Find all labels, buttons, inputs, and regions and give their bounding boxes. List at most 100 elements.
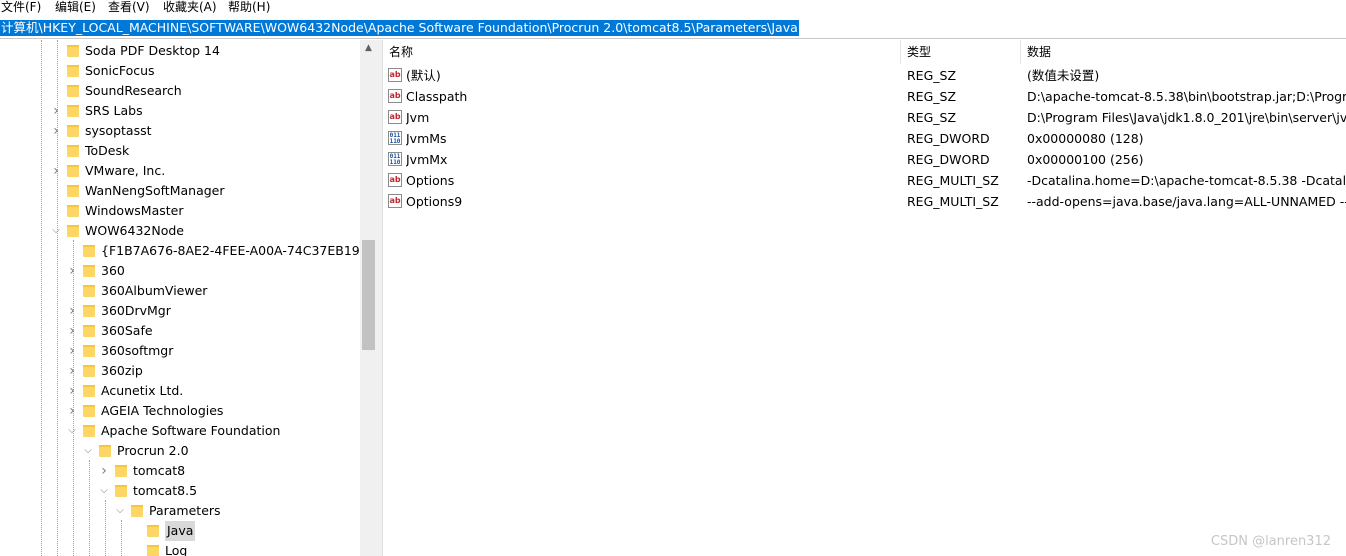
chevron-down-icon[interactable]: ⌵ <box>49 221 63 241</box>
folder-icon <box>67 85 79 97</box>
chevron-down-icon[interactable]: ⌵ <box>65 421 79 441</box>
folder-icon <box>67 185 79 197</box>
tree-item[interactable]: › tomcat8 <box>0 461 360 481</box>
chevron-right-icon[interactable]: › <box>49 121 63 141</box>
tree-item[interactable]: WindowsMaster <box>0 201 360 221</box>
value-row[interactable]: ab Options9 REG_MULTI_SZ --add-opens=java.b… <box>383 191 1346 212</box>
value-data: 0x00000100 (256) <box>1027 152 1144 167</box>
tree-item-label: 360softmgr <box>101 343 174 358</box>
column-header-type[interactable]: 类型 <box>901 40 1020 64</box>
tree-item[interactable]: › 360softmgr <box>0 341 360 361</box>
value-row[interactable]: 011 110 JvmMx REG_DWORD 0x00000100 (256) <box>383 149 1346 170</box>
folder-icon <box>99 445 111 457</box>
chevron-right-icon[interactable]: › <box>65 381 79 401</box>
tree-item[interactable]: › sysoptasst <box>0 121 360 141</box>
value-row[interactable]: 011 110 JvmMs REG_DWORD 0x00000080 (128) <box>383 128 1346 149</box>
tree-item-label: SoundResearch <box>85 83 182 98</box>
tree-item[interactable]: › 360zip <box>0 361 360 381</box>
tree-item[interactable]: › AGEIA Technologies <box>0 401 360 421</box>
value-row[interactable]: ab (默认) REG_SZ (数值未设置) <box>383 65 1346 86</box>
chevron-right-icon[interactable]: › <box>65 401 79 421</box>
folder-icon <box>115 485 127 497</box>
chevron-right-icon[interactable]: › <box>65 361 79 381</box>
value-data: (数值未设置) <box>1027 68 1100 83</box>
value-type: REG_SZ <box>907 110 957 125</box>
tree-item[interactable]: ⌵ WOW6432Node <box>0 221 360 241</box>
chevron-right-icon[interactable]: › <box>49 101 63 121</box>
value-name: Classpath <box>406 89 468 104</box>
folder-icon <box>67 165 79 177</box>
folder-icon <box>67 205 79 217</box>
tree-item[interactable]: WanNengSoftManager <box>0 181 360 201</box>
string-value-icon: ab <box>388 194 402 208</box>
folder-icon <box>147 525 159 537</box>
tree-item-label: 360 <box>101 263 125 278</box>
column-header-name[interactable]: 名称 <box>383 40 900 64</box>
menu-edit[interactable]: 编辑(E) <box>55 0 96 17</box>
tree-item[interactable]: Java <box>0 521 360 541</box>
tree-item[interactable]: › SRS Labs <box>0 101 360 121</box>
value-name: JvmMx <box>406 152 448 167</box>
value-type: REG_SZ <box>907 68 957 83</box>
tree-item-label: SRS Labs <box>85 103 143 118</box>
chevron-right-icon[interactable]: › <box>97 461 111 481</box>
chevron-down-icon[interactable]: ⌵ <box>81 441 95 461</box>
tree-item[interactable]: › Acunetix Ltd. <box>0 381 360 401</box>
value-data: D:\Program Files\Java\jdk1.8.0_201\jre\b… <box>1027 110 1346 125</box>
tree-item[interactable]: SoundResearch <box>0 81 360 101</box>
address-bar[interactable]: 计算机\HKEY_LOCAL_MACHINE\SOFTWARE\WOW6432N… <box>0 17 1346 39</box>
chevron-down-icon[interactable]: ⌵ <box>113 501 127 521</box>
folder-icon <box>115 465 127 477</box>
tree-item-label: Soda PDF Desktop 14 <box>85 43 220 58</box>
value-row[interactable]: ab Classpath REG_SZ D:\apache-tomcat-8.5.38… <box>383 86 1346 107</box>
tree-item[interactable]: › 360 <box>0 261 360 281</box>
menu-view[interactable]: 查看(V) <box>108 0 150 17</box>
tree-item[interactable]: › 360Safe <box>0 321 360 341</box>
tree-item[interactable]: Soda PDF Desktop 14 <box>0 41 360 61</box>
tree-item-label: WanNengSoftManager <box>85 183 225 198</box>
folder-icon <box>83 285 95 297</box>
chevron-right-icon[interactable]: › <box>65 301 79 321</box>
menu-help[interactable]: 帮助(H) <box>228 0 270 17</box>
scrollbar-thumb[interactable] <box>362 240 375 350</box>
value-row[interactable]: ab Options REG_MULTI_SZ -Dcatalina.home=D:\… <box>383 170 1346 191</box>
tree-item[interactable]: 360AlbumViewer <box>0 281 360 301</box>
chevron-down-icon[interactable]: ⌵ <box>97 481 111 501</box>
tree-item[interactable]: › VMware, Inc. <box>0 161 360 181</box>
tree-item-label: WOW6432Node <box>85 223 184 238</box>
tree-item[interactable]: {F1B7A676-8AE2-4FEE-A00A-74C37EB196DA} <box>0 241 360 261</box>
tree-scrollbar[interactable]: ▲ <box>360 40 377 556</box>
chevron-right-icon[interactable]: › <box>65 321 79 341</box>
tree-item[interactable]: Log <box>0 541 360 556</box>
value-type: REG_MULTI_SZ <box>907 194 999 209</box>
tree-item[interactable]: ⌵ Procrun 2.0 <box>0 441 360 461</box>
tree-item[interactable]: › 360DrvMgr <box>0 301 360 321</box>
tree-item[interactable]: ⌵ tomcat8.5 <box>0 481 360 501</box>
address-path[interactable]: 计算机\HKEY_LOCAL_MACHINE\SOFTWARE\WOW6432N… <box>0 20 799 36</box>
scroll-up-icon[interactable]: ▲ <box>360 40 377 57</box>
chevron-right-icon[interactable]: › <box>49 161 63 181</box>
values-list[interactable]: 名称 类型 数据 ab (默认) REG_SZ (数值未设置) ab Classpath R… <box>383 40 1346 556</box>
value-data: 0x00000080 (128) <box>1027 131 1144 146</box>
menu-favorites[interactable]: 收藏夹(A) <box>163 0 217 17</box>
chevron-right-icon[interactable]: › <box>65 341 79 361</box>
tree-item[interactable]: ⌵ Parameters <box>0 501 360 521</box>
folder-icon <box>67 105 79 117</box>
column-header-data[interactable]: 数据 <box>1021 40 1346 64</box>
value-row[interactable]: ab Jvm REG_SZ D:\Program Files\Java\jdk1.8.… <box>383 107 1346 128</box>
tree-item-label: AGEIA Technologies <box>101 403 224 418</box>
value-name: Options9 <box>406 194 463 209</box>
menu-file[interactable]: 文件(F) <box>1 0 41 17</box>
tree-item-label: Java <box>165 521 196 541</box>
tree-item[interactable]: ⌵ Apache Software Foundation <box>0 421 360 441</box>
registry-tree[interactable]: Soda PDF Desktop 14 SonicFocus SoundResear… <box>0 40 360 556</box>
tree-item[interactable]: SonicFocus <box>0 61 360 81</box>
menu-bar: 文件(F) 编辑(E) 查看(V) 收藏夹(A) 帮助(H) <box>0 0 1346 17</box>
tree-item-label: Acunetix Ltd. <box>101 383 184 398</box>
tree-item[interactable]: ToDesk <box>0 141 360 161</box>
folder-icon <box>67 45 79 57</box>
value-data: D:\apache-tomcat-8.5.38\bin\bootstrap.ja… <box>1027 89 1346 104</box>
folder-icon <box>83 345 95 357</box>
value-data: --add-opens=java.base/java.lang=ALL-UNNA… <box>1027 194 1346 209</box>
chevron-right-icon[interactable]: › <box>65 261 79 281</box>
